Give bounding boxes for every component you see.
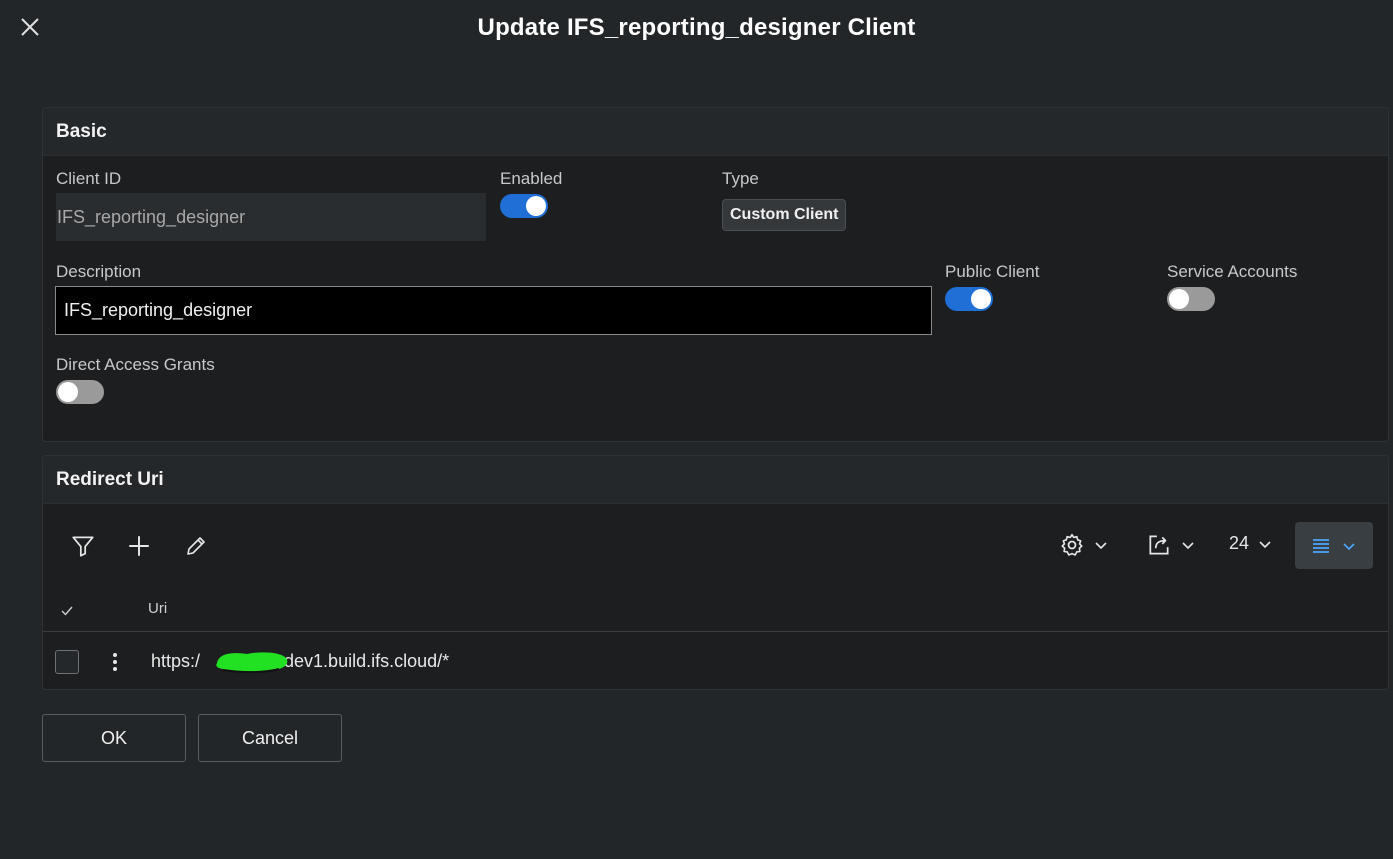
edit-button[interactable]: [182, 532, 210, 560]
public-client-label: Public Client: [945, 262, 1040, 281]
table-row[interactable]: https:/ -dev1.build.ifs.cloud/*: [43, 632, 1388, 690]
enabled-label: Enabled: [500, 169, 563, 188]
filter-icon: [72, 536, 94, 557]
settings-dropdown[interactable]: [1059, 532, 1109, 558]
export-icon: [1149, 535, 1169, 555]
page-size-value: 24: [1229, 533, 1250, 553]
page-size-dropdown[interactable]: 24: [1229, 533, 1273, 554]
description-label: Description: [56, 262, 142, 281]
chevron-down-icon: [1182, 542, 1194, 550]
list-view-icon: [1313, 538, 1329, 553]
redirect-toolbar: 24: [43, 505, 1388, 590]
table-header: Uri: [43, 590, 1388, 632]
chevron-down-icon: [1095, 542, 1107, 550]
more-options-icon[interactable]: [108, 650, 122, 674]
cancel-button[interactable]: Cancel: [198, 714, 342, 762]
export-dropdown[interactable]: [1146, 532, 1196, 558]
type-badge: Custom Client: [722, 199, 847, 231]
add-button[interactable]: [125, 532, 153, 560]
chevron-down-icon: [1259, 540, 1271, 548]
uri-prefix: https:/: [151, 651, 201, 671]
basic-heading: Basic: [43, 108, 1388, 156]
direct-access-toggle[interactable]: [56, 380, 104, 404]
select-all-checkmark-icon[interactable]: [60, 604, 74, 618]
uri-column-header[interactable]: Uri: [148, 600, 167, 617]
client-id-label: Client ID: [56, 169, 122, 188]
redirect-panel: Redirect Uri 24 Uri https:/ -dev1.build.…: [42, 455, 1389, 690]
plus-icon: [129, 536, 149, 556]
uri-cell: https:/ -dev1.build.ifs.cloud/*: [151, 651, 449, 672]
ok-button[interactable]: OK: [42, 714, 186, 762]
service-accounts-label: Service Accounts: [1167, 262, 1298, 281]
redirect-heading: Redirect Uri: [43, 456, 1388, 504]
gear-icon: [1061, 533, 1083, 556]
description-input[interactable]: [55, 286, 932, 335]
dialog-title: Update IFS_reporting_designer Client: [477, 14, 916, 41]
type-label: Type: [722, 169, 759, 188]
client-id-field: IFS_reporting_designer: [56, 193, 486, 241]
row-checkbox[interactable]: [55, 650, 79, 674]
filter-button[interactable]: [69, 532, 97, 560]
uri-suffix: -dev1.build.ifs.cloud/*: [278, 651, 450, 671]
basic-panel: Basic Client ID IFS_reporting_designer E…: [42, 107, 1389, 442]
list-view-dropdown[interactable]: [1295, 522, 1373, 569]
service-accounts-toggle[interactable]: [1167, 287, 1215, 311]
enabled-toggle[interactable]: [500, 194, 548, 218]
public-client-toggle[interactable]: [945, 287, 993, 311]
direct-access-label: Direct Access Grants: [56, 355, 215, 374]
pencil-icon: [187, 537, 205, 555]
redaction-mark: [216, 652, 288, 673]
chevron-down-icon: [1343, 542, 1355, 550]
